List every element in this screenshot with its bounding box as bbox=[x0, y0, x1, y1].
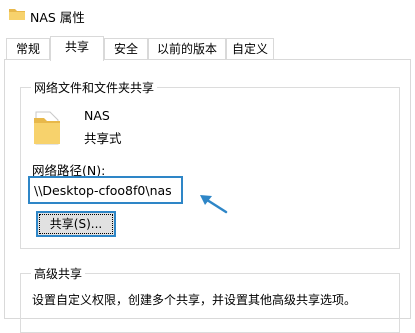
tab-label: 自定义 bbox=[231, 42, 268, 56]
tab-strip: 常规 共享 安全 以前的版本 自定义 bbox=[0, 36, 415, 61]
advanced-share-description: 设置自定义权限，创建多个共享，并设置其他高级共享选项。 bbox=[32, 293, 357, 307]
share-button[interactable]: 共享(S)... bbox=[36, 211, 116, 237]
folder-icon bbox=[34, 111, 60, 145]
tab-label: 常规 bbox=[15, 42, 40, 56]
tab-label: 共享 bbox=[64, 40, 89, 54]
group-label: 网络文件和文件夹共享 bbox=[31, 79, 158, 96]
share-button-label: 共享(S)... bbox=[39, 214, 113, 234]
network-path-field[interactable]: \\Desktop-cfoo8f0\nas bbox=[28, 176, 183, 204]
network-path-value: \\Desktop-cfoo8f0\nas bbox=[34, 183, 172, 198]
share-status: 共享式 bbox=[84, 131, 122, 146]
tab-sharing[interactable]: 共享 bbox=[50, 36, 104, 61]
folder-icon bbox=[9, 9, 25, 20]
tab-previous-versions[interactable]: 以前的版本 bbox=[148, 38, 226, 60]
title-bar: NAS 属性 bbox=[0, 0, 415, 30]
group-label: 高级共享 bbox=[31, 265, 86, 282]
tab-label: 以前的版本 bbox=[156, 42, 217, 56]
tab-label: 安全 bbox=[113, 42, 138, 56]
tab-security[interactable]: 安全 bbox=[104, 38, 148, 60]
window-title: NAS 属性 bbox=[30, 10, 85, 25]
arrow-icon bbox=[200, 195, 228, 214]
tab-general[interactable]: 常规 bbox=[6, 38, 50, 60]
folder-name: NAS bbox=[84, 108, 110, 123]
tab-customize[interactable]: 自定义 bbox=[226, 38, 274, 60]
